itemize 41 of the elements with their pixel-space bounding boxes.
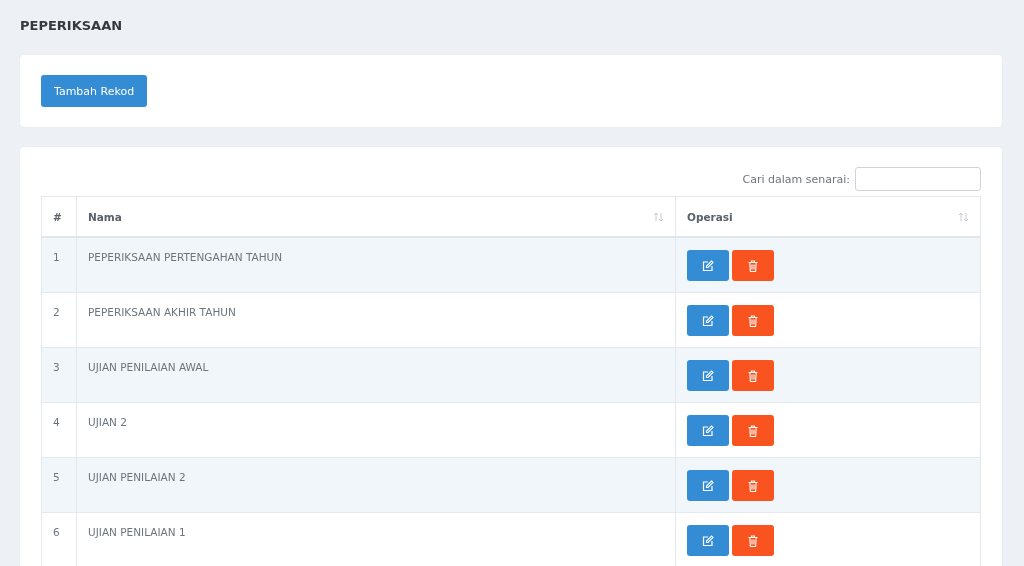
table-cell: 4 (41, 402, 77, 458)
table-cell: PEPERIKSAAN PERTENGAHAN TAHUN (76, 237, 676, 293)
delete-button[interactable] (732, 525, 774, 556)
edit-button[interactable] (687, 415, 729, 446)
trash-icon (748, 259, 758, 272)
table-cell: 3 (41, 347, 77, 403)
delete-button[interactable] (732, 250, 774, 281)
table-cell: PEPERIKSAAN AKHIR TAHUN (76, 292, 676, 348)
sort-icon[interactable] (653, 211, 664, 222)
trash-icon (748, 369, 758, 382)
add-record-button[interactable]: Tambah Rekod (41, 75, 148, 107)
table-cell: 6 (41, 512, 77, 566)
table-cell: 2 (41, 292, 77, 348)
trash-icon (748, 479, 758, 492)
sort-icon[interactable] (958, 211, 969, 222)
edit-icon (702, 369, 714, 382)
trash-icon (748, 534, 758, 547)
trash-icon (748, 314, 758, 327)
search-label: Cari dalam senarai: (742, 172, 850, 186)
delete-button[interactable] (732, 360, 774, 391)
edit-button[interactable] (687, 470, 729, 501)
edit-icon (702, 259, 714, 272)
page-title: PEPERIKSAAN (20, 17, 124, 35)
edit-icon (702, 314, 714, 327)
edit-icon (702, 534, 714, 547)
delete-button[interactable] (732, 305, 774, 336)
table-cell: 1 (41, 237, 77, 293)
table-cell: UJIAN PENILAIAN 2 (76, 457, 676, 513)
edit-button[interactable] (687, 250, 729, 281)
table-cell: 5 (41, 457, 77, 513)
edit-button[interactable] (687, 525, 729, 556)
table-cell: UJIAN PENILAIAN AWAL (76, 347, 676, 403)
edit-button[interactable] (687, 360, 729, 391)
delete-button[interactable] (732, 415, 774, 446)
search-field[interactable] (855, 167, 981, 191)
delete-button[interactable] (732, 470, 774, 501)
trash-icon (748, 424, 758, 437)
table-cell: UJIAN 2 (76, 402, 676, 458)
edit-icon (702, 424, 714, 437)
edit-icon (702, 479, 714, 492)
edit-button[interactable] (687, 305, 729, 336)
